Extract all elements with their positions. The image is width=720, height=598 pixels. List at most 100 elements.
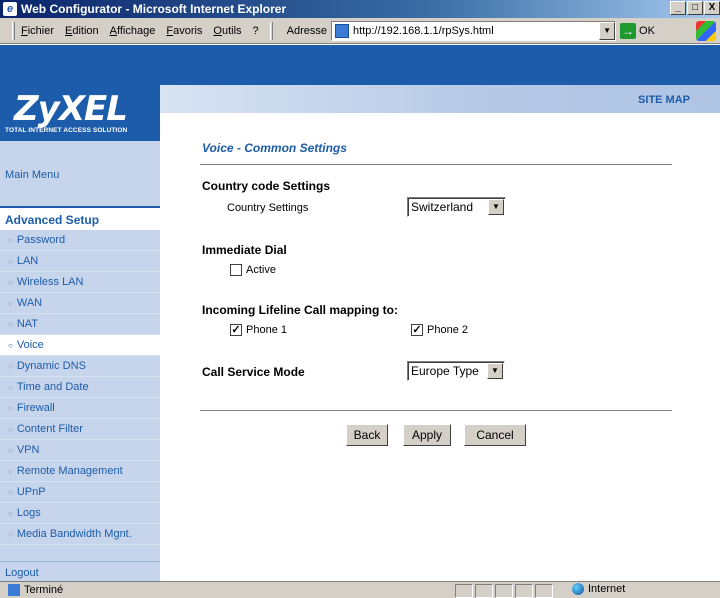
checkbox-box[interactable] xyxy=(230,264,242,276)
menu-bar: Fichier Edition Affichage Favoris Outils… xyxy=(0,18,720,44)
radio-bullet-icon: ○ xyxy=(8,508,13,518)
menu-fichier[interactable]: Fichier xyxy=(21,25,54,37)
radio-bullet-icon: ○ xyxy=(8,529,13,539)
radio-bullet-icon: ○ xyxy=(8,466,13,476)
footer-divider xyxy=(200,410,672,411)
call-service-select[interactable]: Europe Type ▼ xyxy=(407,361,505,381)
country-heading: Country code Settings xyxy=(202,179,331,193)
minimize-button[interactable]: _ xyxy=(670,1,686,15)
globe-icon xyxy=(572,583,584,595)
sidebar-item-label: UPnP xyxy=(16,486,46,498)
sidebar-item-password[interactable]: ○ Password xyxy=(0,230,160,251)
site-map-link[interactable]: SITE MAP xyxy=(638,94,690,106)
call-service-select-value: Europe Type xyxy=(411,364,479,378)
sidebar-item-upnp[interactable]: ○ UPnP xyxy=(0,482,160,503)
phone2-checkbox[interactable]: ✓ Phone 2 xyxy=(411,324,468,336)
sidebar-main-menu[interactable]: Main Menu xyxy=(0,159,160,186)
toolbar-grip xyxy=(12,21,15,40)
sidebar-item-label: Password xyxy=(16,234,66,246)
immediate-dial-active-checkbox[interactable]: Active xyxy=(230,264,276,276)
menu-outils[interactable]: Outils xyxy=(213,25,241,37)
phone1-label: Phone 1 xyxy=(246,324,287,336)
radio-bullet-icon: ○ xyxy=(8,361,13,371)
page-done-icon xyxy=(8,584,20,596)
sidebar-advanced-setup[interactable]: Advanced Setup xyxy=(0,206,160,230)
status-panel xyxy=(535,584,553,598)
sidebar-item-dynamic-dns[interactable]: ○ Dynamic DNS xyxy=(0,356,160,377)
sidebar-item-label: Time and Date xyxy=(16,381,89,393)
sidebar-logout[interactable]: Logout xyxy=(0,561,160,581)
phone2-label: Phone 2 xyxy=(427,324,468,336)
window-title: Web Configurator - Microsoft Internet Ex… xyxy=(21,2,287,16)
address-input[interactable]: http://192.168.1.1/rpSys.html ▼ xyxy=(331,20,617,41)
radio-bullet-icon: ○ xyxy=(8,298,13,308)
country-select[interactable]: Switzerland ▼ xyxy=(407,197,506,217)
page-icon xyxy=(335,23,350,38)
ie-icon: e xyxy=(3,2,17,16)
status-bar: Terminé Internet xyxy=(0,581,720,598)
menu-edition[interactable]: Edition xyxy=(65,25,99,37)
logo-tagline: TOTAL INTERNET ACCESS SOLUTION xyxy=(5,127,128,134)
country-label: Country Settings xyxy=(227,202,309,214)
sidebar-item-lan[interactable]: ○ LAN xyxy=(0,251,160,272)
sidebar-item-label: Voice xyxy=(16,339,44,351)
logo: ZyXEL TOTAL INTERNET ACCESS SOLUTION xyxy=(0,85,160,141)
apply-button[interactable]: Apply xyxy=(403,424,451,446)
sidebar-item-firewall[interactable]: ○ Firewall xyxy=(0,398,160,419)
maximize-button[interactable]: □ xyxy=(687,1,703,15)
sidebar-item-label: Firewall xyxy=(16,402,55,414)
radio-bullet-icon: ○ xyxy=(8,235,13,245)
title-divider xyxy=(200,164,672,165)
close-button[interactable]: X xyxy=(704,1,720,15)
sidebar-item-wireless-lan[interactable]: ○ Wireless LAN xyxy=(0,272,160,293)
radio-bullet-icon: ○ xyxy=(8,403,13,413)
sidebar-item-content-filter[interactable]: ○ Content Filter xyxy=(0,419,160,440)
menu-affichage[interactable]: Affichage xyxy=(110,25,156,37)
sidebar: Main Menu Advanced Setup ○ Password ○ LAN ○ W… xyxy=(0,141,160,581)
sitemap-band: SITE MAP xyxy=(160,85,720,113)
menu-help[interactable]: ? xyxy=(253,25,259,37)
sidebar-item-vpn[interactable]: ○ VPN xyxy=(0,440,160,461)
sidebar-item-label: LAN xyxy=(16,255,39,267)
security-zone: Internet xyxy=(572,583,625,595)
sidebar-item-label: Remote Management xyxy=(16,465,123,477)
sidebar-item-label: Content Filter xyxy=(16,423,83,435)
window-controls: _ □ X xyxy=(669,1,720,15)
sidebar-item-label: WAN xyxy=(16,297,43,309)
country-select-value: Switzerland xyxy=(411,200,474,214)
call-service-heading: Call Service Mode xyxy=(202,365,305,379)
sidebar-list: ○ Password ○ LAN ○ Wireless LAN ○ WAN ○ NAT ○ Voice… xyxy=(0,230,160,545)
sidebar-item-nat[interactable]: ○ NAT xyxy=(0,314,160,335)
lifeline-heading: Incoming Lifeline Call mapping to: xyxy=(202,303,399,317)
sidebar-item-wan[interactable]: ○ WAN xyxy=(0,293,160,314)
address-dropdown-icon[interactable]: ▼ xyxy=(599,21,616,40)
radio-bullet-icon: ○ xyxy=(8,319,13,329)
immediate-dial-heading: Immediate Dial xyxy=(202,243,287,257)
sidebar-item-logs[interactable]: ○ Logs xyxy=(0,503,160,524)
cancel-button[interactable]: Cancel xyxy=(464,424,526,446)
sidebar-item-media-bandwidth-mgnt[interactable]: ○ Media Bandwidth Mgnt. xyxy=(0,524,160,545)
radio-bullet-icon: ○ xyxy=(8,424,13,434)
go-button[interactable]: OK xyxy=(639,25,655,37)
menu-favoris[interactable]: Favoris xyxy=(166,25,202,37)
checkbox-box[interactable]: ✓ xyxy=(230,324,242,336)
back-button[interactable]: Back xyxy=(346,424,388,446)
phone1-checkbox[interactable]: ✓ Phone 1 xyxy=(230,324,287,336)
radio-bullet-icon: ○ xyxy=(8,382,13,392)
sidebar-item-label: VPN xyxy=(16,444,40,456)
sidebar-item-remote-management[interactable]: ○ Remote Management xyxy=(0,461,160,482)
sidebar-spacer xyxy=(0,186,160,206)
sidebar-item-time-and-date[interactable]: ○ Time and Date xyxy=(0,377,160,398)
logo-text: ZyXEL xyxy=(14,89,128,129)
go-arrow-icon[interactable]: → xyxy=(620,22,637,39)
status-panel xyxy=(495,584,513,598)
checkbox-box[interactable]: ✓ xyxy=(411,324,423,336)
chevron-down-icon[interactable]: ▼ xyxy=(487,363,503,379)
radio-bullet-icon: ○ xyxy=(8,340,13,350)
sidebar-spacer xyxy=(0,141,160,159)
sidebar-item-voice[interactable]: ○ Voice xyxy=(0,335,160,356)
address-url[interactable]: http://192.168.1.1/rpSys.html xyxy=(353,25,494,37)
sidebar-item-label: Logs xyxy=(16,507,41,519)
address-label: Adresse xyxy=(286,24,328,37)
chevron-down-icon[interactable]: ▼ xyxy=(488,199,504,215)
